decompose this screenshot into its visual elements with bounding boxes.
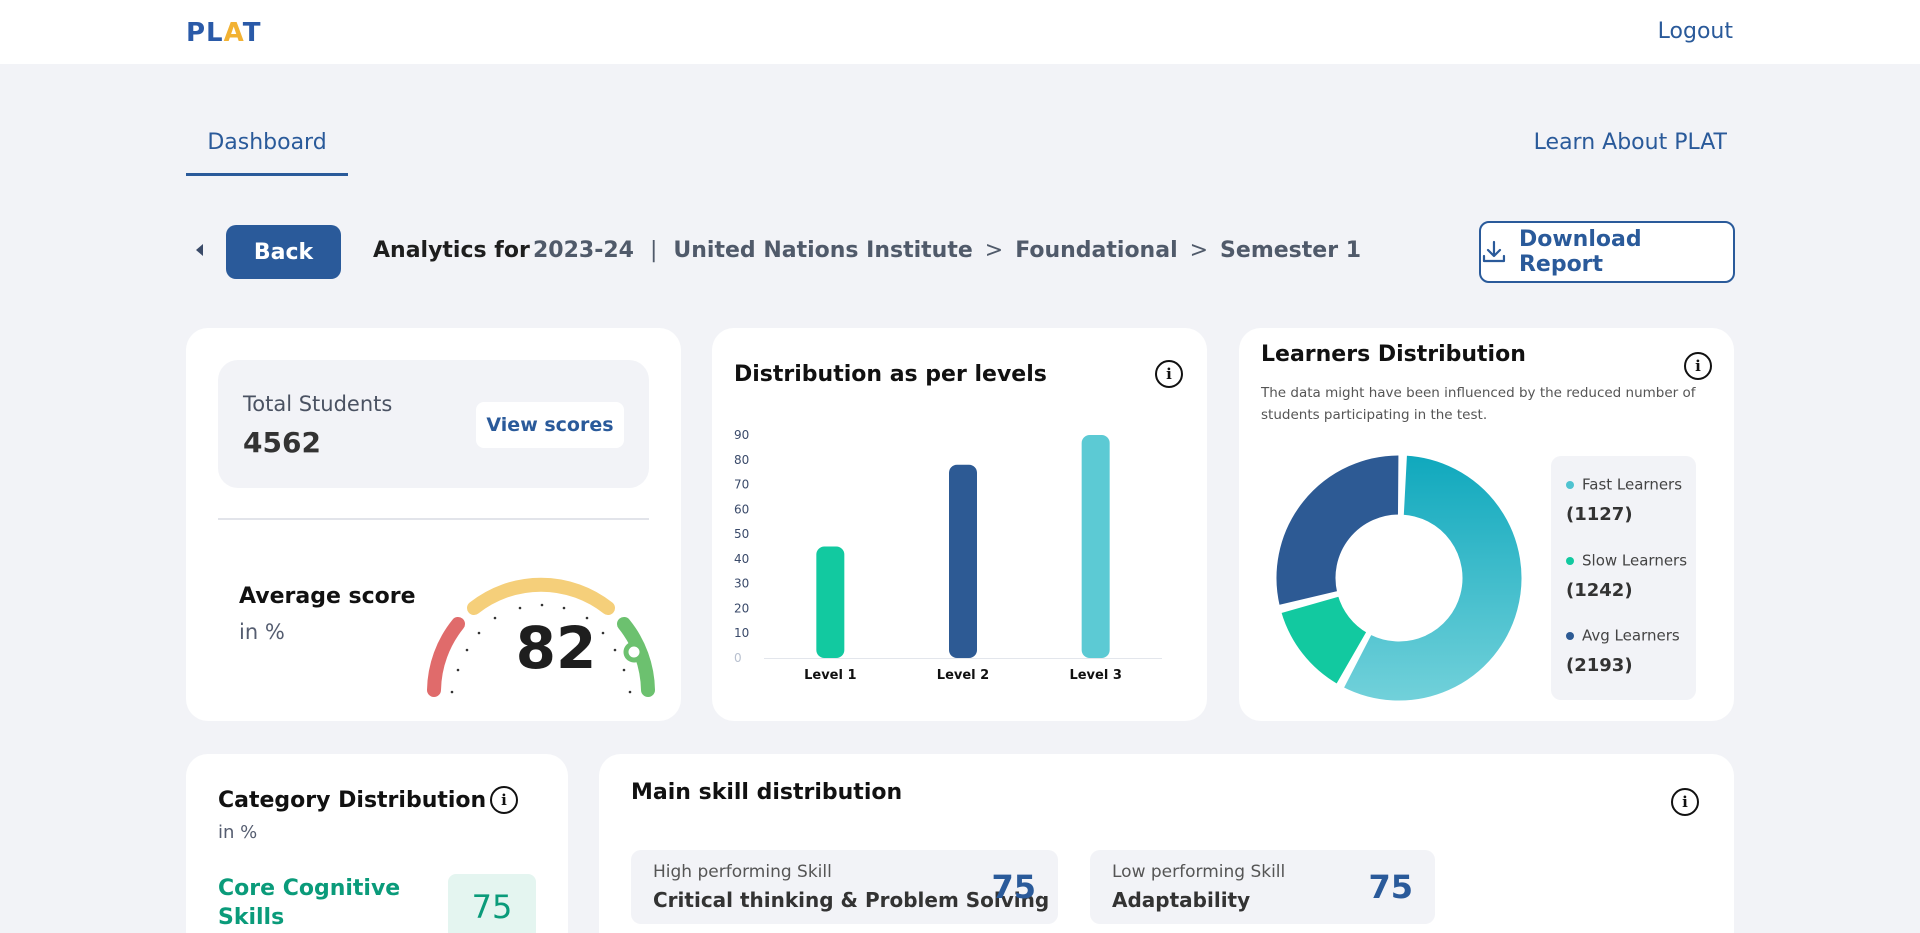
donut-slice-avg-learners — [1273, 452, 1402, 609]
x-tick-label: Level 2 — [937, 668, 989, 683]
category-unit: in % — [218, 822, 258, 843]
gauge-needle-marker — [623, 641, 645, 663]
skill-score: 75 — [1368, 868, 1413, 906]
average-score-label: Average score — [239, 584, 416, 609]
category-name: Core Cognitive Skills — [218, 876, 401, 930]
y-tick-label: 20 — [734, 601, 749, 615]
analytics-for-label: Analytics for — [373, 238, 530, 263]
skills-card-title: Main skill distribution — [631, 780, 903, 805]
y-tick-label: 70 — [734, 478, 749, 492]
divider — [218, 518, 649, 520]
back-caret-icon[interactable] — [196, 244, 203, 256]
category-card-title: Category Distribution — [218, 788, 487, 813]
top-bar: PLAT Logout — [0, 0, 1920, 64]
learners-donut-chart — [1273, 452, 1525, 704]
breadcrumb-level: Foundational — [1015, 238, 1178, 263]
x-tick-label: Level 1 — [804, 668, 856, 683]
logo-accent-letter: A — [223, 18, 243, 48]
learners-distribution-card: Learners Distribution i The data might h… — [1239, 328, 1734, 721]
legend-item-slow: Slow Learners (1242) — [1566, 550, 1687, 601]
skill-label: High performing Skill — [653, 862, 832, 882]
info-icon[interactable]: i — [1684, 352, 1712, 380]
skill-name: Critical thinking & Problem Solving — [653, 888, 1050, 912]
learners-legend: Fast Learners (1127) Slow Learners (1242… — [1551, 456, 1696, 700]
total-students-label: Total Students — [243, 392, 393, 416]
bar-level-1 — [816, 546, 845, 658]
learners-card-title: Learners Distribution — [1261, 342, 1526, 367]
tab-dashboard[interactable]: Dashboard — [186, 128, 348, 176]
legend-label: Avg Learners — [1582, 626, 1680, 645]
info-icon[interactable]: i — [1671, 788, 1699, 816]
x-tick-label: Level 3 — [1069, 668, 1121, 683]
legend-item-avg: Avg Learners (2193) — [1566, 625, 1680, 676]
legend-item-fast: Fast Learners (1127) — [1566, 474, 1682, 525]
main-skill-card: Main skill distribution i High performin… — [599, 754, 1734, 933]
learners-note: The data might have been influenced by t… — [1261, 385, 1696, 423]
total-students-box: Total Students 4562 View scores — [218, 360, 649, 488]
category-score-badge: 75 — [448, 874, 536, 933]
high-performing-skill: High performing Skill Critical thinking … — [631, 850, 1058, 924]
y-tick-label: 50 — [734, 527, 749, 541]
legend-dot — [1566, 631, 1574, 640]
y-tick-label: 10 — [734, 626, 749, 640]
average-score-unit: in % — [239, 620, 285, 644]
category-distribution-card: Category Distribution i in % Core Cognit… — [186, 754, 568, 933]
skill-name: Adaptability — [1112, 888, 1251, 912]
legend-dot — [1566, 556, 1574, 565]
levels-bar-chart: 0 10 20 30 40 50 60 70 80 90 Level 1 Level 2 Level 3 — [734, 428, 1162, 683]
skill-label: Low performing Skill — [1112, 862, 1286, 882]
y-tick-label: 40 — [734, 552, 749, 566]
breadcrumb-separator: | — [649, 238, 658, 263]
levels-distribution-card: Distribution as per levels i 0 10 20 30 40 50… — [712, 328, 1207, 721]
breadcrumb-semester: Semester 1 — [1220, 238, 1362, 263]
download-icon — [1482, 240, 1506, 263]
bar-level-2 — [949, 464, 977, 658]
total-students-value: 4562 — [243, 426, 321, 459]
download-report-label: Download Report — [1518, 227, 1642, 277]
info-icon[interactable]: i — [490, 786, 518, 814]
back-button[interactable]: Back — [226, 225, 341, 279]
y-tick-label: 60 — [734, 502, 749, 516]
legend-dot — [1566, 480, 1574, 489]
low-performing-skill: Low performing Skill Adaptability 75 — [1090, 850, 1435, 924]
legend-count: (1242) — [1566, 579, 1633, 601]
gauge-red-segment — [427, 617, 465, 697]
skill-score: 75 — [991, 868, 1036, 906]
view-scores-button[interactable]: View scores — [476, 402, 624, 448]
legend-count: (2193) — [1566, 654, 1633, 676]
download-report-button[interactable]: Download Report — [1479, 221, 1735, 283]
average-score-value: 82 — [515, 614, 597, 682]
y-tick-label: 30 — [734, 577, 749, 591]
plat-logo[interactable]: PLAT — [186, 18, 261, 48]
breadcrumb-chevron: > — [984, 238, 1004, 263]
legend-label: Slow Learners — [1582, 551, 1688, 570]
summary-card: Total Students 4562 View scores Average … — [186, 328, 681, 721]
breadcrumb-chevron: > — [1189, 238, 1209, 263]
y-tick-label: 90 — [734, 428, 749, 442]
legend-label: Fast Learners — [1582, 475, 1683, 494]
breadcrumb: 2023-24 | United Nations Institute > Fou… — [533, 238, 1361, 263]
y-tick-label: 80 — [734, 453, 749, 467]
y-tick-label: 0 — [734, 651, 742, 665]
logout-link[interactable]: Logout — [1658, 19, 1733, 44]
breadcrumb-year: 2023-24 — [533, 238, 634, 263]
bar-level-3 — [1081, 435, 1110, 658]
legend-count: (1127) — [1566, 503, 1633, 525]
learn-about-link[interactable]: Learn About PLAT — [1534, 130, 1727, 155]
breadcrumb-institute: United Nations Institute — [673, 238, 973, 263]
